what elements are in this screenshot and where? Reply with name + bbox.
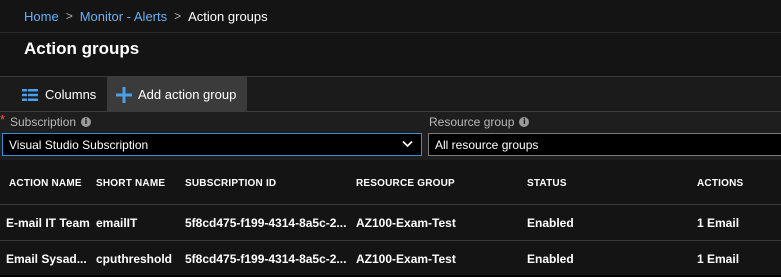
column-header-actions[interactable]: ACTIONS (697, 178, 743, 189)
resource-group-label-text: Resource group (429, 115, 515, 129)
info-icon[interactable]: i (519, 117, 530, 127)
toolbar: Columns Add action group (0, 76, 781, 112)
subscription-select[interactable]: Visual Studio Subscription (2, 133, 422, 156)
breadcrumb-current: Action groups (188, 8, 268, 24)
cell-resource-group: AZ100-Exam-Test (356, 252, 456, 266)
column-header-short-name[interactable]: SHORT NAME (96, 178, 165, 189)
breadcrumb-monitor-alerts[interactable]: Monitor - Alerts (80, 9, 167, 24)
subscription-label-text: Subscription (10, 115, 77, 129)
columns-button-label: Columns (45, 87, 97, 102)
resource-group-select-value: All resource groups (435, 137, 539, 152)
cell-status: Enabled (527, 252, 574, 266)
columns-button[interactable]: Columns (22, 77, 106, 112)
cell-short-name: emailIT (96, 216, 138, 230)
cell-action-name: E-mail IT Team (6, 216, 90, 230)
breadcrumb-separator-icon: > (174, 9, 182, 23)
breadcrumb-separator-icon: > (65, 9, 73, 23)
table-row[interactable]: Email Sysad... cputhreshold 5f8cd475-f19… (0, 240, 781, 277)
page-title: Action groups (24, 39, 140, 58)
cell-actions: 1 Email (697, 252, 740, 266)
breadcrumb: Home > Monitor - Alerts > Action groups (0, 0, 781, 32)
info-icon[interactable]: i (81, 117, 92, 127)
column-header-subscription-id[interactable]: SUBSCRIPTION ID (185, 178, 276, 189)
title-bar: Action groups (0, 32, 781, 77)
column-header-status[interactable]: STATUS (527, 178, 567, 189)
action-groups-table: ACTION NAME SHORT NAME SUBSCRIPTION ID R… (0, 160, 781, 275)
cell-short-name: cputhreshold (96, 252, 173, 266)
table-row[interactable]: E-mail IT Team emailIT 5f8cd475-f199-431… (0, 204, 781, 241)
chevron-down-icon (402, 140, 413, 148)
cell-resource-group: AZ100-Exam-Test (356, 216, 456, 230)
resource-group-select[interactable]: All resource groups (428, 133, 781, 156)
add-action-group-label: Add action group (138, 87, 237, 102)
subscription-label: Subscription i (10, 115, 92, 129)
cell-actions: 1 Email (697, 216, 740, 230)
add-action-group-button[interactable]: Add action group (107, 77, 247, 112)
columns-icon (22, 88, 38, 101)
cell-subscription-id: 5f8cd475-f199-4314-8a5c-2... (185, 216, 347, 230)
filters-bar: * Subscription i Visual Studio Subscript… (0, 112, 781, 160)
required-indicator: * (0, 112, 6, 127)
plus-icon (116, 86, 132, 103)
resource-group-label: Resource group i (429, 115, 530, 129)
breadcrumb-home[interactable]: Home (24, 9, 59, 24)
subscription-select-value: Visual Studio Subscription (9, 137, 149, 152)
cell-action-name: Email Sysad... (6, 252, 87, 266)
column-header-resource-group[interactable]: RESOURCE GROUP (356, 178, 455, 189)
column-header-action-name[interactable]: ACTION NAME (9, 178, 82, 189)
cell-subscription-id: 5f8cd475-f199-4314-8a5c-2... (185, 252, 347, 266)
cell-status: Enabled (527, 216, 574, 230)
